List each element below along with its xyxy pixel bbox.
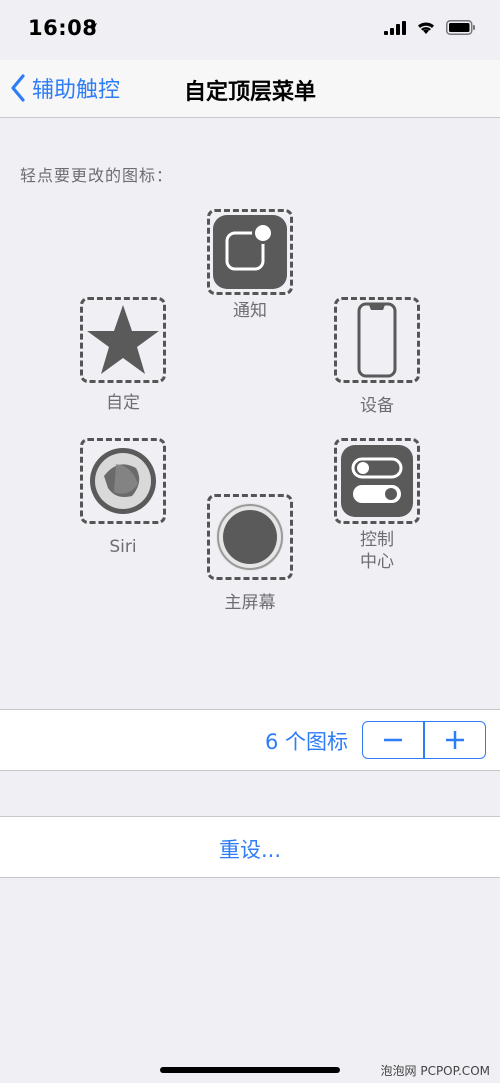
slot-siri-label: Siri (109, 537, 137, 557)
slot-notification[interactable] (207, 209, 293, 295)
slot-notification-label: 通知 (233, 301, 267, 321)
slot-control-center-label: 控制 中心 (360, 530, 394, 572)
navigation-bar: 辅助触控 自定顶层菜单 (0, 60, 500, 118)
slot-custom[interactable] (80, 297, 166, 383)
notification-icon (213, 215, 287, 289)
device-icon (357, 302, 397, 378)
page-title: 自定顶层菜单 (183, 80, 316, 105)
battery-icon (446, 20, 475, 35)
reset-label: 重设... (218, 838, 282, 862)
slot-control-center[interactable] (334, 438, 420, 524)
slot-device-label: 设备 (360, 396, 394, 416)
slot-home[interactable] (207, 494, 293, 580)
location-arrow-icon (87, 23, 97, 33)
decrement-button[interactable] (363, 722, 423, 758)
star-icon (87, 305, 159, 374)
icon-count-row: 6 个图标 (0, 709, 500, 771)
home-indicator[interactable] (160, 1067, 340, 1073)
increment-button[interactable] (425, 722, 485, 758)
instruction-text: 轻点要更改的图标： (20, 166, 174, 185)
slot-custom-label: 自定 (106, 393, 140, 413)
wifi-icon (418, 22, 434, 34)
status-icons (384, 20, 476, 35)
cellular-signal-icon (384, 20, 406, 35)
slot-device[interactable] (334, 297, 420, 383)
watermark: 泡泡网 PCPOP.COM (380, 1064, 490, 1078)
reset-button[interactable]: 重设... (0, 816, 500, 878)
control-center-icon (341, 445, 413, 517)
plus-icon (445, 731, 464, 749)
icon-count-stepper (362, 721, 486, 759)
slot-siri[interactable] (80, 438, 166, 524)
siri-icon (90, 448, 156, 514)
icon-count-label: 6 个图标 (264, 730, 348, 754)
slot-home-label: 主屏幕 (224, 593, 276, 613)
status-bar: 16:08 (0, 0, 500, 60)
minus-icon (384, 738, 403, 742)
home-button-icon (216, 503, 284, 571)
